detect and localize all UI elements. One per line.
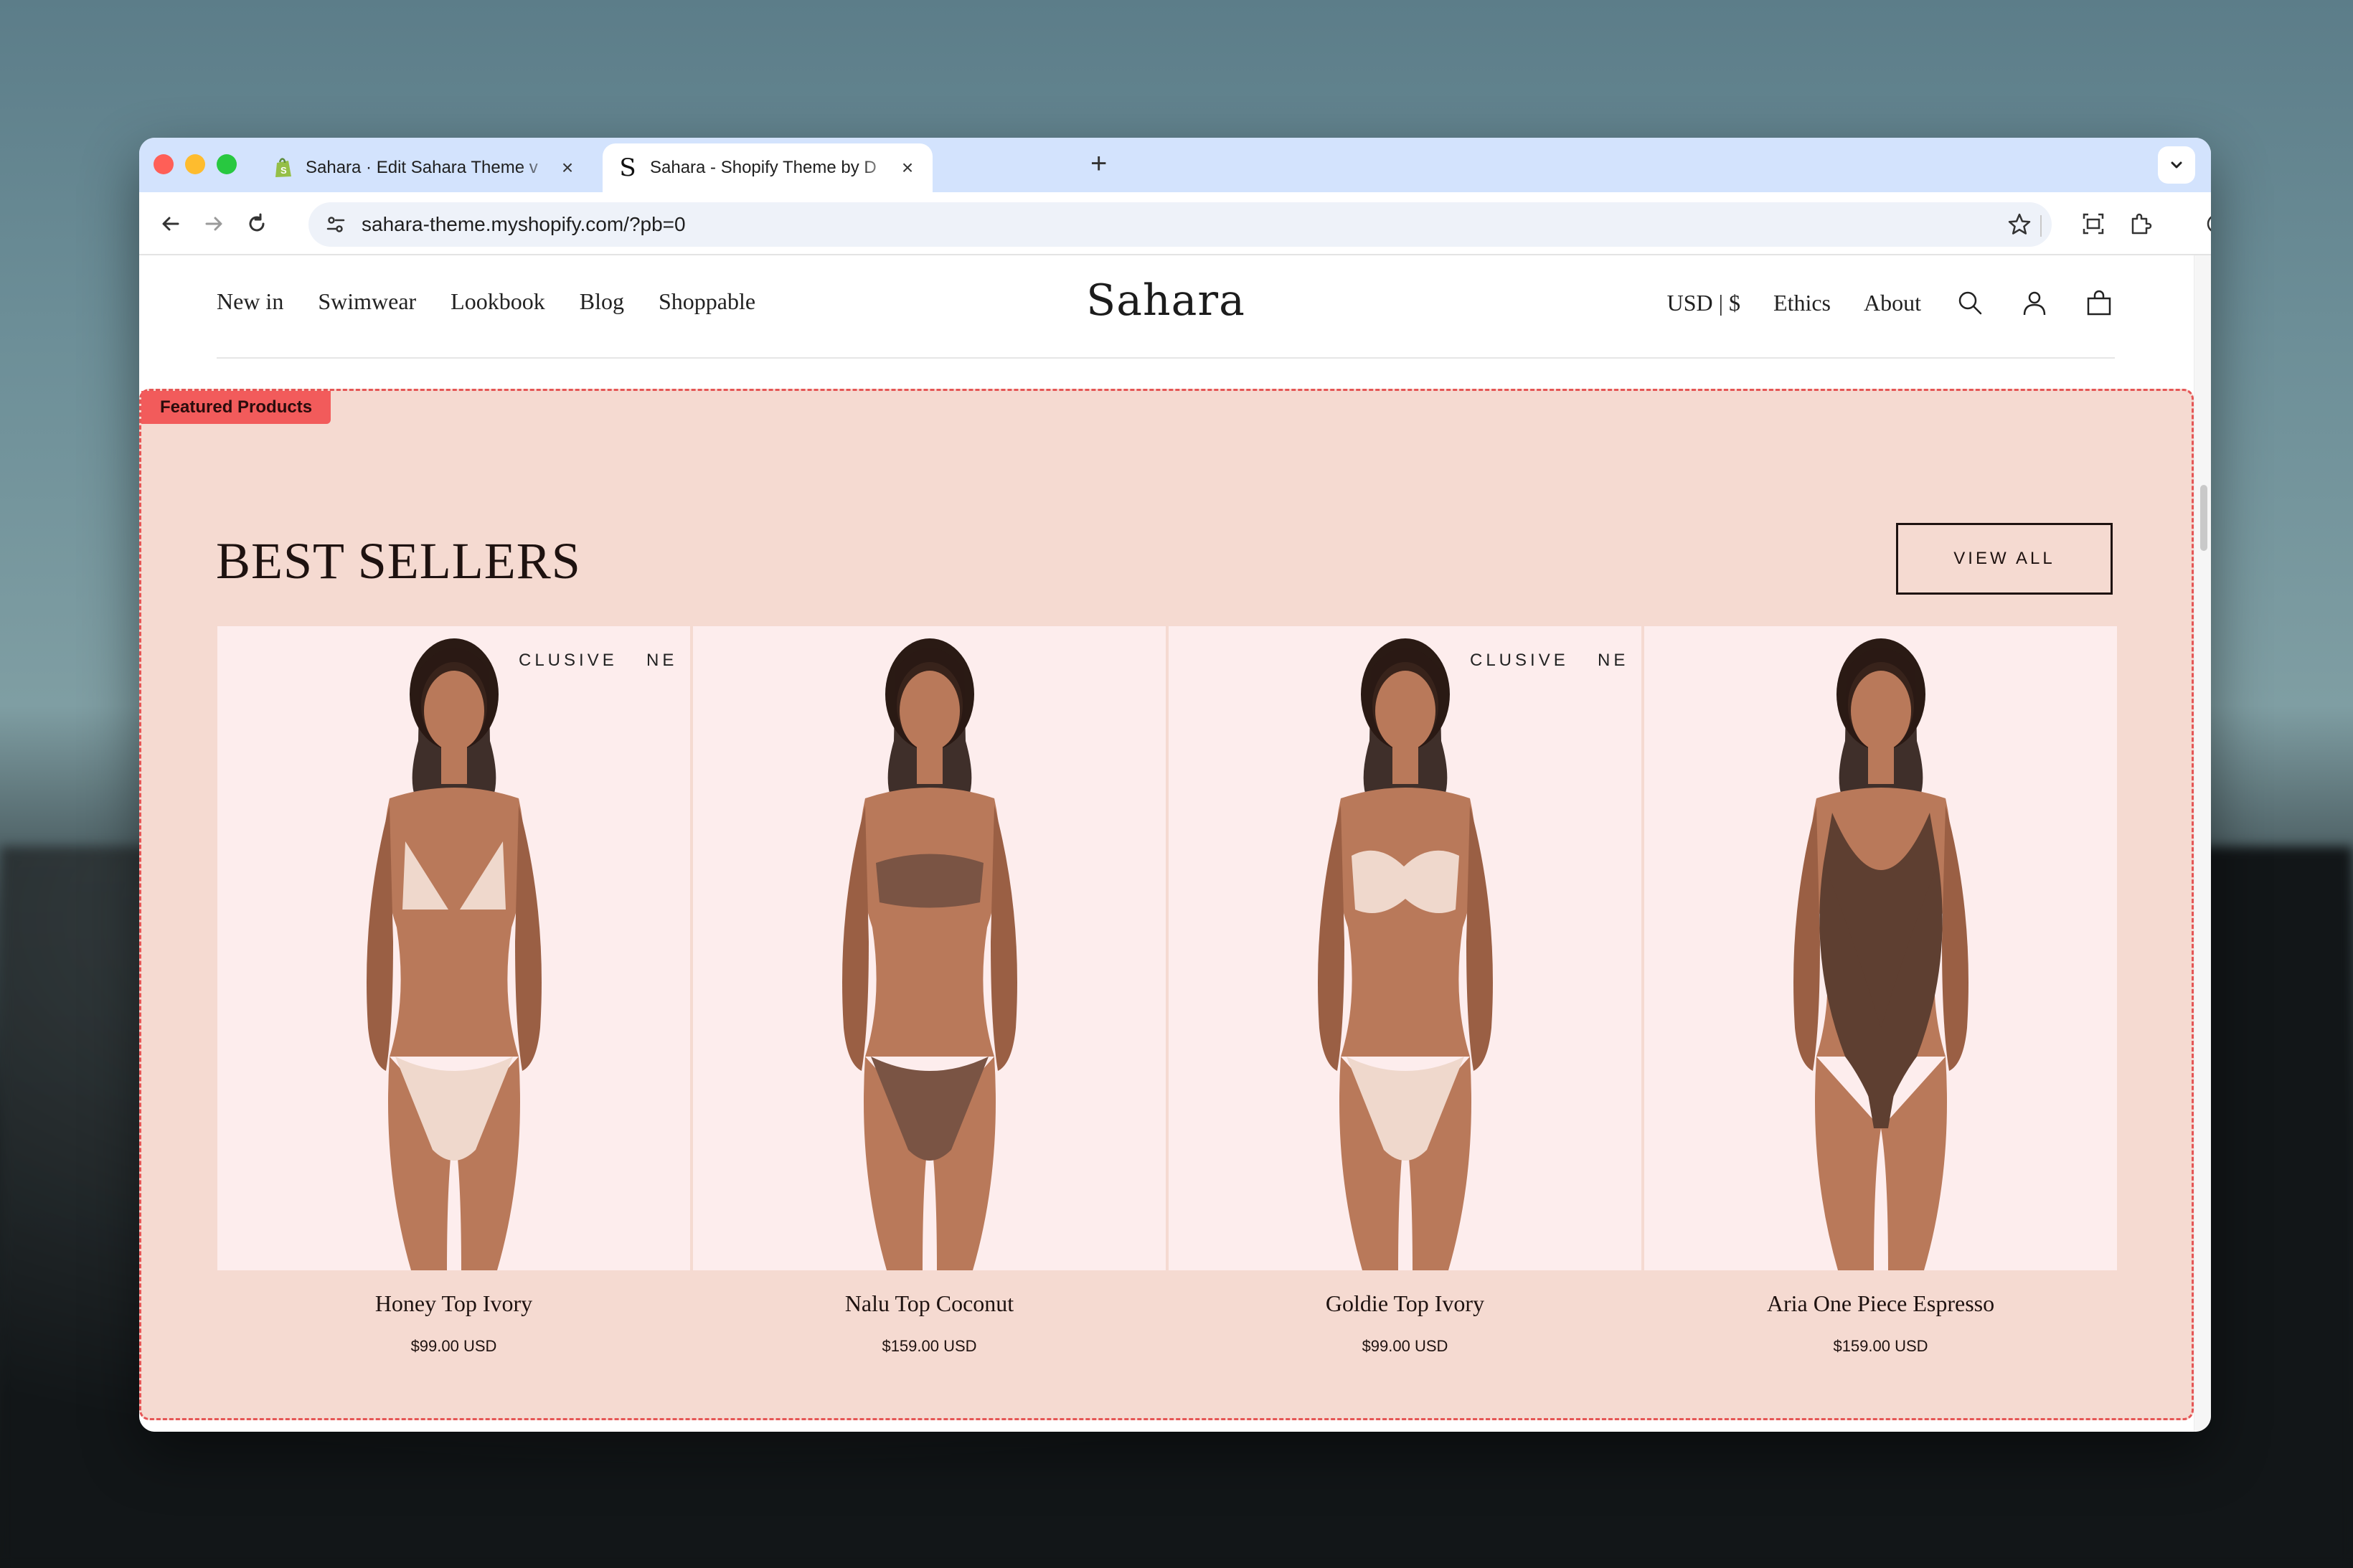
product-grid: CLUSIVE NE Honey Top Ivory $99.00 USD Na…	[217, 626, 2117, 1356]
tab-close-icon[interactable]: ×	[557, 156, 578, 179]
tab-sahara-store[interactable]: S Sahara - Shopify Theme by D ×	[603, 143, 933, 192]
product-card[interactable]: Aria One Piece Espresso $159.00 USD	[1644, 626, 2117, 1356]
back-button[interactable]	[154, 207, 188, 241]
featured-products-section: Featured Products BEST SELLERS VIEW ALL …	[139, 389, 2194, 1420]
extensions-icon[interactable]	[2123, 207, 2158, 241]
product-image[interactable]: CLUSIVE NE	[1169, 626, 1641, 1270]
product-price: $159.00 USD	[1833, 1337, 1928, 1355]
nav-link-ethics[interactable]: Ethics	[1773, 290, 1831, 316]
model-photo	[1318, 638, 1493, 1270]
model-photo	[367, 638, 542, 1270]
browser-window: S Sahara · Edit Sahara Theme v × S Sahar…	[139, 138, 2211, 1432]
site-header: New in Swimwear Lookbook Blog Shoppable …	[217, 255, 2115, 359]
reload-icon	[249, 213, 265, 232]
product-tag: CLUSIVE	[1470, 651, 1569, 670]
product-card[interactable]: CLUSIVE NE Goldie Top Ivory $99.00 USD	[1169, 626, 1641, 1356]
shopify-icon: S	[273, 157, 294, 179]
bookmark-star-icon[interactable]	[2007, 212, 2032, 240]
toolbar-divider	[2040, 215, 2042, 237]
currency-selector[interactable]: USD | $	[1667, 290, 1740, 316]
page-scrollbar[interactable]	[2194, 255, 2211, 1432]
nav-link-new-in[interactable]: New in	[217, 288, 283, 315]
svg-text:S: S	[280, 165, 287, 176]
nav-link-swimwear[interactable]: Swimwear	[318, 288, 416, 315]
browser-toolbar: sahara-theme.myshopify.com/?pb=0	[139, 192, 2211, 255]
product-name[interactable]: Aria One Piece Espresso	[1644, 1290, 2117, 1317]
tab-edit-theme[interactable]: S Sahara · Edit Sahara Theme v ×	[258, 143, 593, 192]
product-name[interactable]: Honey Top Ivory	[217, 1290, 690, 1317]
product-tag: NE	[646, 651, 678, 670]
product-image[interactable]	[693, 626, 1166, 1270]
minimize-window-button[interactable]	[185, 154, 205, 174]
product-price: $159.00 USD	[882, 1337, 977, 1355]
page-viewport: New in Swimwear Lookbook Blog Shoppable …	[139, 255, 2194, 1432]
nav-link-blog[interactable]: Blog	[580, 288, 624, 315]
product-card[interactable]: Nalu Top Coconut $159.00 USD	[693, 626, 1166, 1356]
product-name[interactable]: Nalu Top Coconut	[693, 1290, 1166, 1317]
nav-link-about[interactable]: About	[1864, 290, 1921, 316]
product-tag: CLUSIVE	[519, 651, 618, 670]
product-image[interactable]: CLUSIVE NE	[217, 626, 690, 1270]
screenshot-icon[interactable]	[2076, 207, 2111, 241]
address-bar[interactable]: sahara-theme.myshopify.com/?pb=0	[308, 202, 2052, 247]
section-heading: BEST SELLERS	[216, 532, 581, 590]
model-photo	[842, 638, 1017, 1270]
url-text[interactable]: sahara-theme.myshopify.com/?pb=0	[362, 213, 686, 236]
view-all-button[interactable]: VIEW ALL	[1896, 523, 2113, 595]
tab-close-icon[interactable]: ×	[897, 156, 918, 179]
arrow-left-icon	[162, 217, 179, 231]
site-logo[interactable]: Sahara	[1086, 275, 1245, 326]
nav-link-lookbook[interactable]: Lookbook	[451, 288, 545, 315]
reload-button[interactable]	[240, 207, 274, 241]
chevron-down-icon	[2171, 161, 2182, 169]
account-icon[interactable]	[2019, 287, 2050, 318]
arrow-right-icon	[205, 217, 222, 231]
product-name[interactable]: Goldie Top Ivory	[1169, 1290, 1641, 1317]
maximize-window-button[interactable]	[217, 154, 237, 174]
secondary-nav: USD | $ Ethics About	[1667, 287, 2115, 318]
tab-title: Sahara · Edit Sahara Theme v	[306, 158, 538, 177]
tab-strip: S Sahara · Edit Sahara Theme v × S Sahar…	[139, 138, 2211, 192]
model-photo	[1793, 638, 1968, 1270]
performance-icon[interactable]	[2199, 207, 2211, 241]
product-price: $99.00 USD	[1362, 1337, 1448, 1355]
search-icon[interactable]	[1954, 287, 1986, 318]
product-price: $99.00 USD	[410, 1337, 497, 1355]
primary-nav: New in Swimwear Lookbook Blog Shoppable	[217, 288, 755, 315]
sahara-s-icon: S	[619, 154, 636, 182]
site-info-icon[interactable]	[323, 212, 349, 237]
nav-link-shoppable[interactable]: Shoppable	[659, 288, 755, 315]
product-card[interactable]: CLUSIVE NE Honey Top Ivory $99.00 USD	[217, 626, 690, 1356]
tab-title: Sahara - Shopify Theme by D	[650, 158, 877, 177]
cart-bag-icon[interactable]	[2083, 287, 2115, 318]
tab-search-button[interactable]	[2158, 146, 2195, 184]
forward-button[interactable]	[197, 207, 231, 241]
section-badge[interactable]: Featured Products	[141, 391, 331, 424]
close-window-button[interactable]	[154, 154, 174, 174]
scrollbar-thumb[interactable]	[2200, 485, 2207, 551]
new-tab-button[interactable]: +	[1090, 149, 1107, 178]
product-tag: NE	[1598, 651, 1629, 670]
product-image[interactable]	[1644, 626, 2117, 1270]
